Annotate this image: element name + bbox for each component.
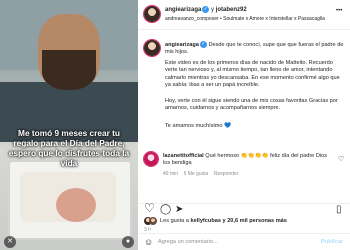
comment-reply[interactable]: Responder bbox=[214, 171, 238, 177]
publish-button[interactable]: Publicar bbox=[321, 239, 343, 245]
video-baby bbox=[56, 188, 96, 222]
comment-username[interactable]: lazanetttofficial bbox=[163, 153, 204, 159]
post-header: angiearizaga ✓ y jotabenz92 andreavanzo_c… bbox=[138, 0, 350, 30]
tagged-users-icon[interactable]: ● bbox=[122, 236, 134, 248]
comment-heart-icon[interactable]: ♡ bbox=[338, 154, 344, 165]
liker-avatar-2 bbox=[149, 217, 157, 225]
comment-input-bar: ☺ Agrega un comentario... Publicar bbox=[138, 233, 350, 250]
caption-paragraph-4: Te amamos muchísimo 💙 bbox=[165, 123, 232, 129]
author-username-1[interactable]: angiearizaga bbox=[165, 7, 201, 13]
comment-time: 49 min bbox=[163, 171, 179, 177]
comment-icon[interactable]: ◯ bbox=[160, 204, 171, 215]
like-heart-icon[interactable]: ♡ bbox=[144, 202, 155, 214]
video-overlay-caption: Me tomó 9 meses crear tu regalo para el … bbox=[8, 128, 130, 168]
post-video[interactable]: Me tomó 9 meses crear tu regalo para el … bbox=[0, 0, 138, 250]
comment-body: lazanetttofficial Qué hermoso 👏👏👏👏 feliz… bbox=[163, 153, 335, 168]
likes-summary[interactable]: Les gusta a kellyfcubas y 20,6 mil perso… bbox=[160, 218, 287, 224]
audio-muted-icon[interactable]: ✕ bbox=[4, 236, 16, 248]
instagram-post-modal: Me tomó 9 meses crear tu regalo para el … bbox=[0, 0, 350, 250]
share-icon[interactable]: ➤ bbox=[175, 204, 183, 215]
author-avatar[interactable] bbox=[144, 6, 160, 22]
comment-likes[interactable]: 5 Me gusta bbox=[184, 171, 209, 177]
likes-suffix: y 20,6 mil personas más bbox=[220, 218, 287, 224]
emoji-icon[interactable]: ☺ bbox=[144, 237, 153, 248]
commenter-avatar[interactable] bbox=[144, 152, 158, 166]
author-username-2[interactable]: jotabenz92 bbox=[216, 7, 247, 13]
caption-verified-icon: ✓ bbox=[199, 41, 207, 48]
save-bookmark-icon[interactable]: ▯ bbox=[336, 204, 342, 215]
likes-prefix: Les gusta a bbox=[160, 218, 191, 224]
caption-paragraph-3: Hoy, verte con él sigue siendo una de mi… bbox=[165, 98, 338, 112]
caption-username[interactable]: angiearizaga bbox=[165, 42, 199, 48]
caption-paragraph-2: Este video es de los primeros días de na… bbox=[165, 60, 340, 89]
comment-meta: 49 min 5 Me gusta Responder bbox=[163, 171, 238, 177]
post-authors: angiearizaga ✓ y jotabenz92 bbox=[165, 6, 247, 13]
video-person-beard bbox=[42, 50, 96, 90]
comment-input[interactable]: Agrega un comentario... bbox=[158, 239, 218, 245]
audio-track[interactable]: andreavanzo_composer • Soulmate x Amore … bbox=[165, 16, 325, 22]
caption-first-line: angiearizaga ✓ Desde que te conocí, supe … bbox=[165, 41, 345, 57]
more-options-icon[interactable]: ••• bbox=[336, 8, 342, 14]
post-panel: angiearizaga ✓ y jotabenz92 andreavanzo_c… bbox=[138, 0, 350, 250]
caption-avatar[interactable] bbox=[144, 40, 160, 56]
likes-user[interactable]: kellyfcubas bbox=[190, 218, 220, 224]
